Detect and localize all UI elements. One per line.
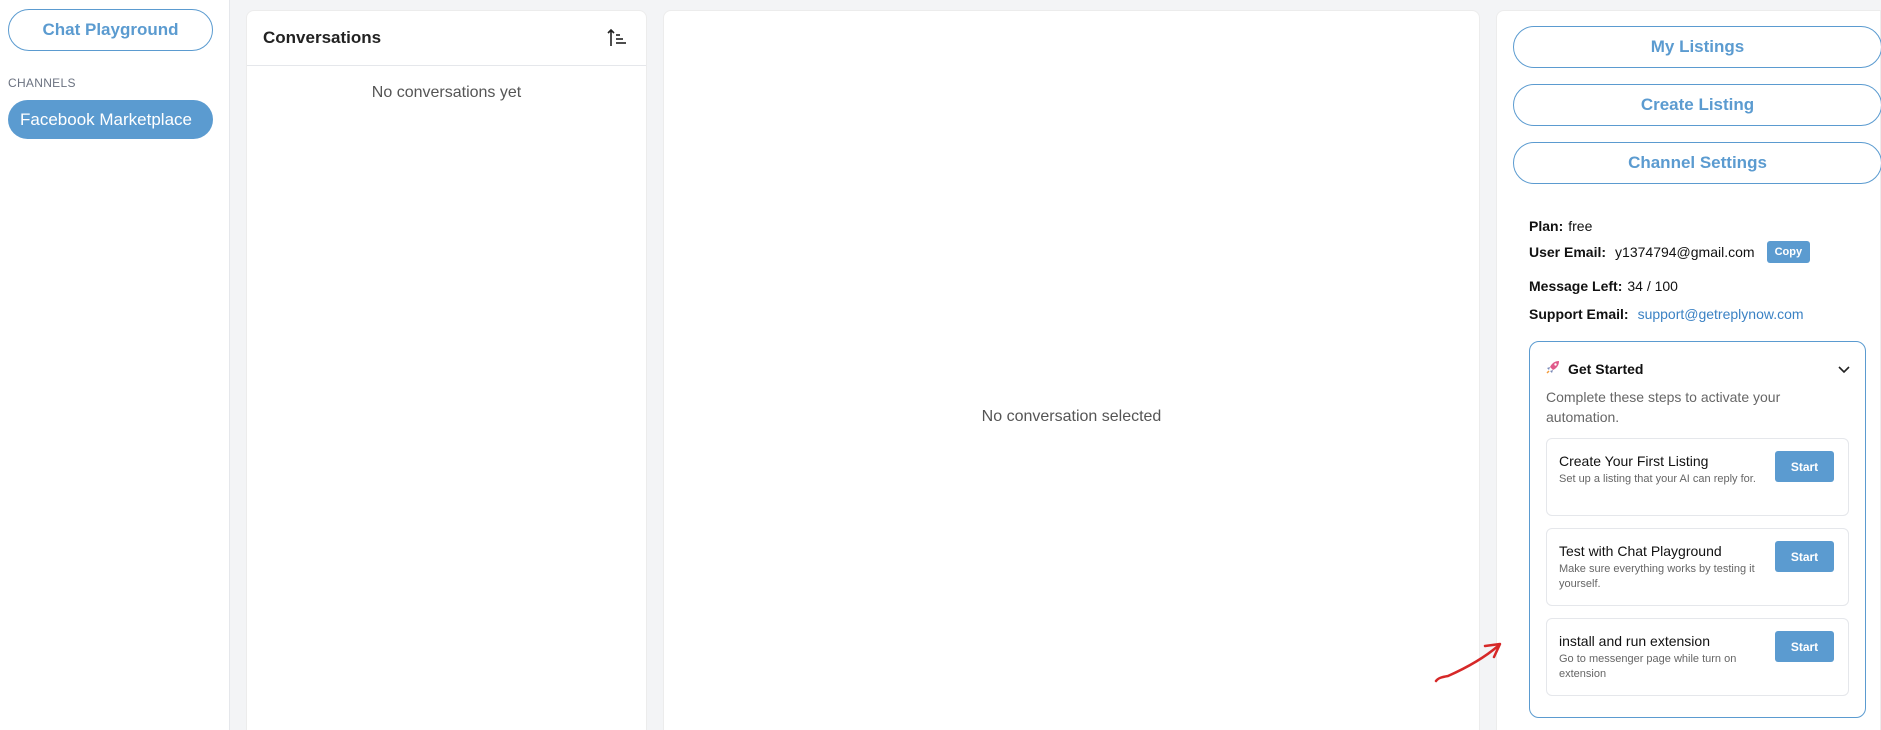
get-started-card: Get Started Complete these steps to acti… xyxy=(1529,341,1866,718)
channel-settings-button[interactable]: Channel Settings xyxy=(1513,142,1881,184)
create-listing-button[interactable]: Create Listing xyxy=(1513,84,1881,126)
step-title: Create Your First Listing xyxy=(1559,453,1709,469)
messages-left-row: Message Left: 34 / 100 xyxy=(1529,278,1678,294)
right-panel: My Listings Create Listing Channel Setti… xyxy=(1496,10,1881,730)
chat-playground-button[interactable]: Chat Playground xyxy=(8,9,213,51)
rocket-icon xyxy=(1546,360,1560,377)
sort-icon[interactable] xyxy=(604,25,630,51)
channels-label: CHANNELS xyxy=(8,76,76,90)
no-conversation-selected-text: No conversation selected xyxy=(981,408,1162,425)
step-card: Create Your First Listing Set up a listi… xyxy=(1546,438,1849,516)
chevron-down-icon[interactable] xyxy=(1837,362,1851,376)
left-sidebar: Chat Playground CHANNELS Facebook Market… xyxy=(0,0,230,730)
step-card: Test with Chat Playground Make sure ever… xyxy=(1546,528,1849,606)
conversation-view: No conversation selected xyxy=(663,10,1480,730)
step-description: Go to messenger page while turn on exten… xyxy=(1559,653,1737,680)
annotation-arrow-icon xyxy=(1434,642,1502,683)
get-started-description: Complete these steps to activate your au… xyxy=(1546,389,1781,425)
support-email-link[interactable]: support@getreplynow.com xyxy=(1638,306,1804,322)
conversations-title: Conversations xyxy=(263,28,382,47)
user-email-row: User Email: y1374794@gmail.com Copy xyxy=(1529,241,1811,263)
channel-item-facebook-marketplace[interactable]: Facebook Marketplace xyxy=(8,100,213,139)
conversations-header: Conversations xyxy=(247,11,646,66)
messages-left-value: 34 / 100 xyxy=(1627,278,1678,294)
my-listings-button[interactable]: My Listings xyxy=(1513,26,1881,68)
start-button[interactable]: Start xyxy=(1775,451,1834,482)
step-title: install and run extension xyxy=(1559,633,1710,649)
copy-button[interactable]: Copy xyxy=(1766,241,1811,263)
plan-row: Plan: free xyxy=(1529,218,1592,234)
step-card: install and run extension Go to messenge… xyxy=(1546,618,1849,696)
get-started-header[interactable]: Get Started xyxy=(1546,360,1643,377)
support-email-row: Support Email: support@getreplynow.com xyxy=(1529,306,1804,322)
start-button[interactable]: Start xyxy=(1775,541,1834,572)
user-email-label: User Email: xyxy=(1529,244,1607,260)
messages-left-label: Message Left: xyxy=(1529,278,1623,294)
user-email-value: y1374794@gmail.com xyxy=(1615,244,1755,260)
step-description: Set up a listing that your AI can reply … xyxy=(1559,473,1756,485)
no-conversations-text: No conversations yet xyxy=(371,84,522,101)
plan-value: free xyxy=(1568,218,1593,234)
get-started-title: Get Started xyxy=(1568,360,1644,377)
conversations-panel: Conversations No conversations yet xyxy=(246,10,647,730)
support-email-label: Support Email: xyxy=(1529,306,1629,322)
start-button[interactable]: Start xyxy=(1775,631,1834,662)
plan-label: Plan: xyxy=(1529,218,1564,234)
step-description: Make sure everything works by testing it… xyxy=(1559,563,1755,590)
step-title: Test with Chat Playground xyxy=(1559,543,1722,559)
